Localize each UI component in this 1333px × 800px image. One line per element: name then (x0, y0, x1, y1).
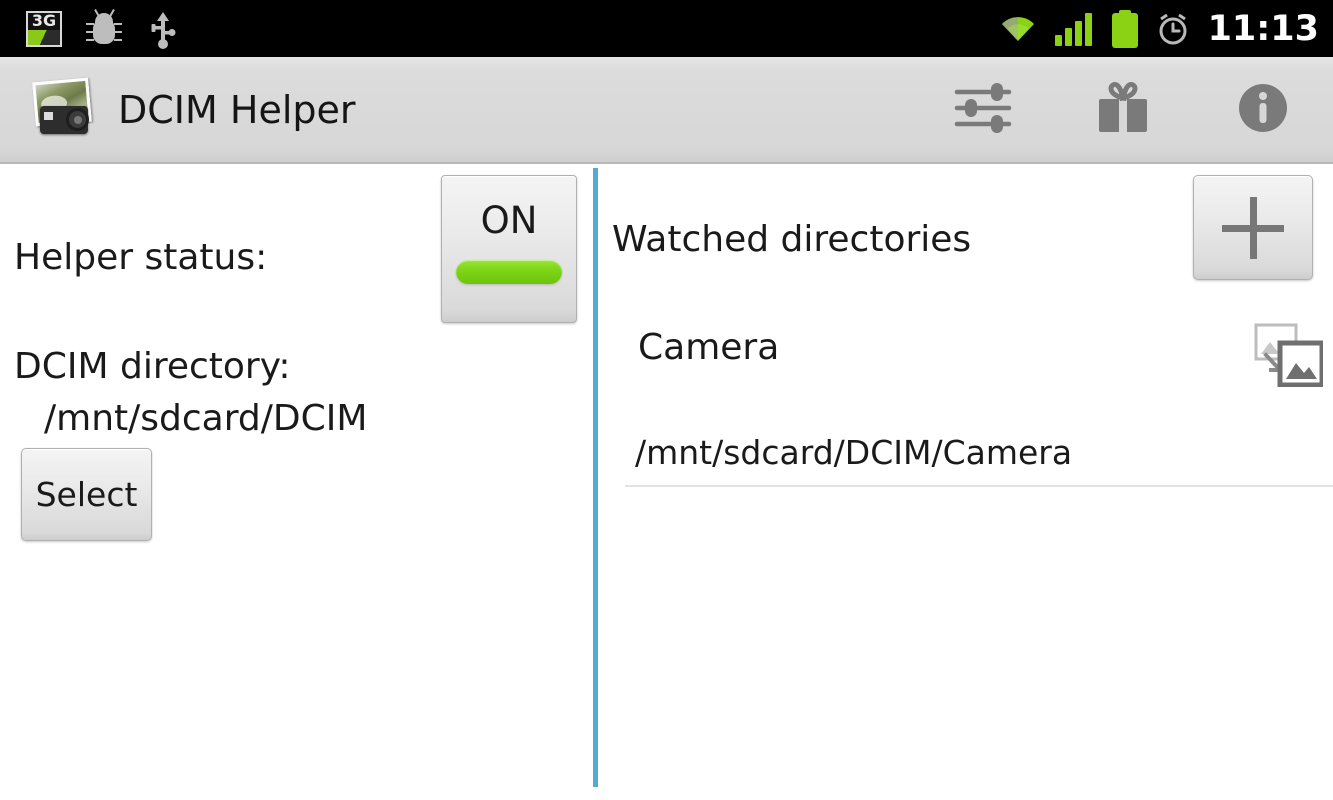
android-debug-icon (86, 8, 122, 46)
directory-name: Camera (638, 327, 780, 368)
status-bar-clock: 11:13 (1207, 8, 1319, 49)
photo-camera-icon[interactable] (28, 77, 100, 142)
move-images-icon[interactable] (1253, 323, 1325, 388)
add-directory-button[interactable] (1193, 175, 1313, 280)
3g-icon: 3G (26, 10, 62, 47)
app-title: DCIM Helper (118, 87, 356, 132)
info-icon (1235, 80, 1291, 140)
helper-status-label: Helper status: (14, 237, 268, 278)
list-item[interactable]: Camera /mnt/sdcard/DCIM/Camera (598, 319, 1333, 487)
status-bar: 3G 11:13 (0, 0, 1333, 57)
select-directory-button[interactable]: Select (21, 448, 152, 541)
status-bar-right-icons: 11:13 (998, 0, 1319, 57)
main-content: Helper status: DCIM directory: /mnt/sdca… (0, 164, 1333, 800)
status-bar-left-icons: 3G (0, 8, 180, 49)
helper-toggle-indicator (456, 260, 562, 284)
watched-directories-header: Watched directories (612, 219, 972, 260)
alarm-clock-icon (1155, 11, 1191, 47)
3g-icon-label: 3G (31, 10, 57, 30)
settings-sliders-icon (953, 79, 1013, 141)
usb-icon (146, 9, 180, 49)
right-pane: Watched directories Camera /mnt/sdcard/D… (598, 164, 1333, 800)
settings-sliders-button[interactable] (913, 57, 1053, 162)
list-separator (625, 485, 1333, 487)
directory-path: /mnt/sdcard/DCIM/Camera (635, 433, 1073, 472)
dcim-directory-label: DCIM directory: (14, 346, 291, 387)
battery-icon (1111, 9, 1138, 48)
helper-status-toggle[interactable]: ON (441, 175, 577, 323)
dcim-directory-value: /mnt/sdcard/DCIM (44, 398, 368, 439)
select-button-label: Select (35, 475, 138, 514)
3g-icon-bars (28, 29, 60, 45)
info-button[interactable] (1193, 57, 1333, 162)
cell-signal-icon (1054, 12, 1095, 46)
gift-icon (1094, 80, 1152, 140)
action-bar: DCIM Helper (0, 57, 1333, 164)
helper-toggle-label: ON (480, 199, 538, 242)
action-bar-items (913, 57, 1333, 162)
gift-button[interactable] (1053, 57, 1193, 162)
camera-flash-icon-part (44, 111, 53, 120)
left-pane: Helper status: DCIM directory: /mnt/sdca… (0, 164, 440, 800)
wifi-icon (998, 13, 1038, 45)
plus-icon (1222, 196, 1284, 259)
camera-lens-icon-part (66, 107, 89, 131)
